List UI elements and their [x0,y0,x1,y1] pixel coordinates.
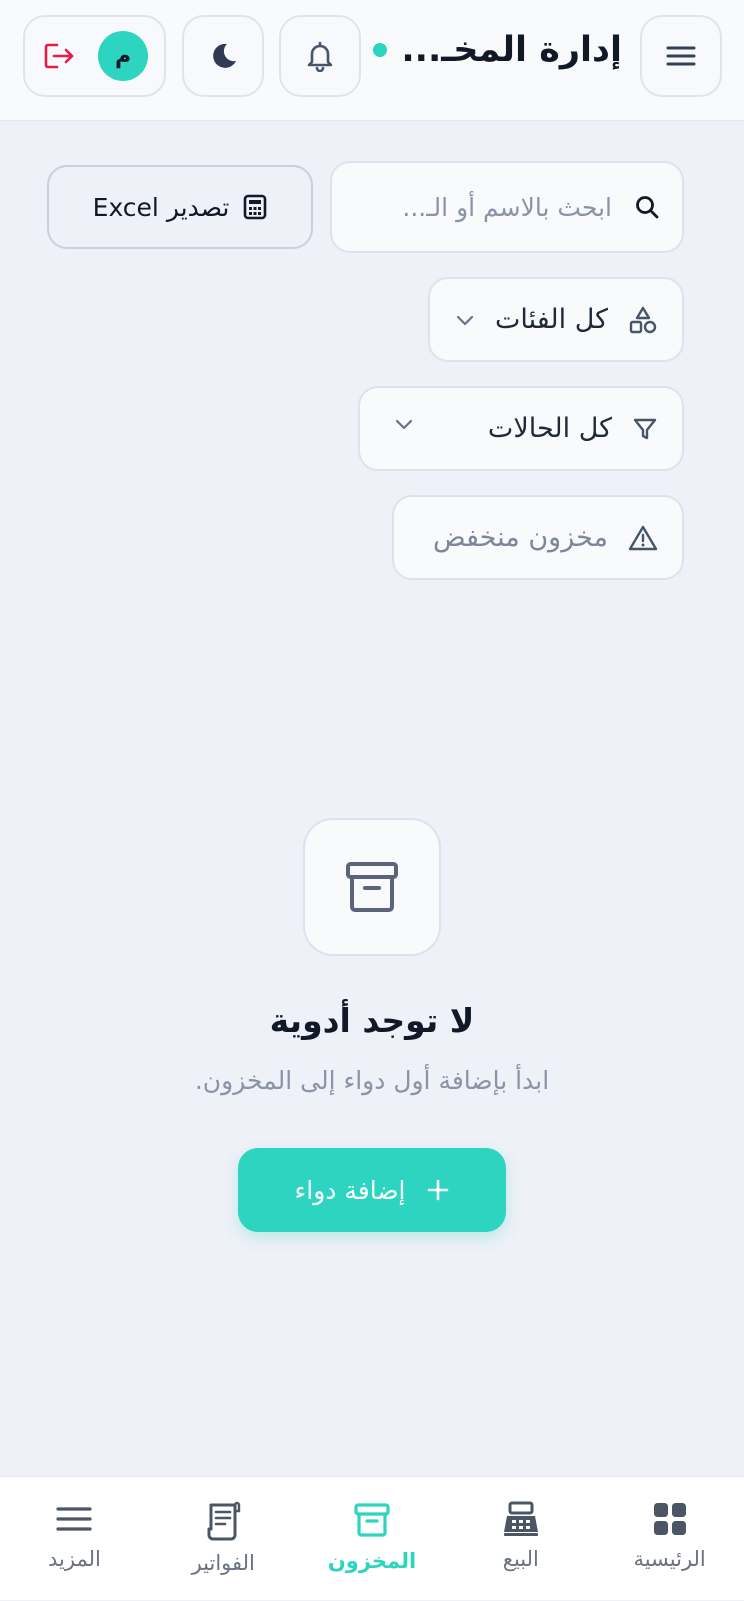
archive-box-icon [343,858,401,916]
category-filter-select[interactable]: كل الفئات [428,277,684,362]
empty-state-title: لا توجد أدوية [269,1001,475,1040]
page-title: إدارة المخـ... [401,30,622,70]
app-title-group: إدارة المخـ... [373,24,622,76]
moon-icon [207,40,239,72]
receipt-icon [205,1501,241,1541]
menu-button[interactable] [640,15,722,97]
plus-icon [426,1178,450,1202]
nav-label-sales: البيع [502,1547,539,1571]
nav-label-home: الرئيسية [633,1547,706,1571]
nav-item-inventory[interactable]: المخزون [298,1477,447,1601]
nav-item-invoices[interactable]: الفواتير [149,1477,298,1601]
search-placeholder: ابحث بالاسم أو الـ... [402,192,612,222]
online-status-dot [373,43,388,57]
nav-label-inventory: المخزون [327,1549,417,1573]
export-excel-button[interactable]: تصدير Excel [47,165,313,249]
nav-label-invoices: الفواتير [191,1551,255,1575]
nav-item-more[interactable]: المزيد [0,1477,149,1601]
avatar[interactable]: م [98,31,148,81]
warning-triangle-icon [628,524,658,552]
archive-box-icon [353,1501,391,1539]
low-stock-label: مخزون منخفض [432,522,608,553]
hamburger-menu-icon [56,1501,93,1537]
nav-item-sales[interactable]: البيع [446,1477,595,1601]
cash-register-icon [501,1501,541,1537]
chevron-down-icon [455,314,475,326]
add-medicine-label: إضافة دواء [294,1175,406,1205]
shapes-icon [628,305,658,335]
bell-icon [305,40,335,72]
search-icon [634,194,660,220]
empty-state-subtitle: ابدأ بإضافة أول دواء إلى المخزون. [194,1066,550,1095]
chevron-down-icon [394,418,414,430]
nav-item-home[interactable]: الرئيسية [595,1477,744,1601]
add-medicine-button[interactable]: إضافة دواء [238,1148,506,1232]
bottom-navigation: الرئيسية البيع المخزون الفواتير المزيد [0,1476,744,1600]
notifications-button[interactable] [279,15,361,97]
empty-state-icon-box [303,818,441,956]
filter-funnel-icon [632,416,658,442]
logout-icon[interactable] [43,41,75,71]
export-label: تصدير Excel [92,192,230,222]
top-app-bar: إدارة المخـ... م [0,0,744,121]
low-stock-filter-button[interactable]: مخزون منخفض [392,495,684,580]
category-filter-label: كل الفئات [494,304,608,335]
user-menu[interactable]: م [23,15,166,97]
status-filter-select[interactable]: كل الحالات [358,386,684,471]
hamburger-menu-icon [665,44,697,68]
dashboard-grid-icon [652,1501,688,1537]
theme-toggle-button[interactable] [182,15,264,97]
nav-label-more: المزيد [48,1547,101,1571]
spreadsheet-icon [243,194,267,220]
search-input[interactable]: ابحث بالاسم أو الـ... [330,161,684,253]
status-filter-label: كل الحالات [487,413,612,444]
